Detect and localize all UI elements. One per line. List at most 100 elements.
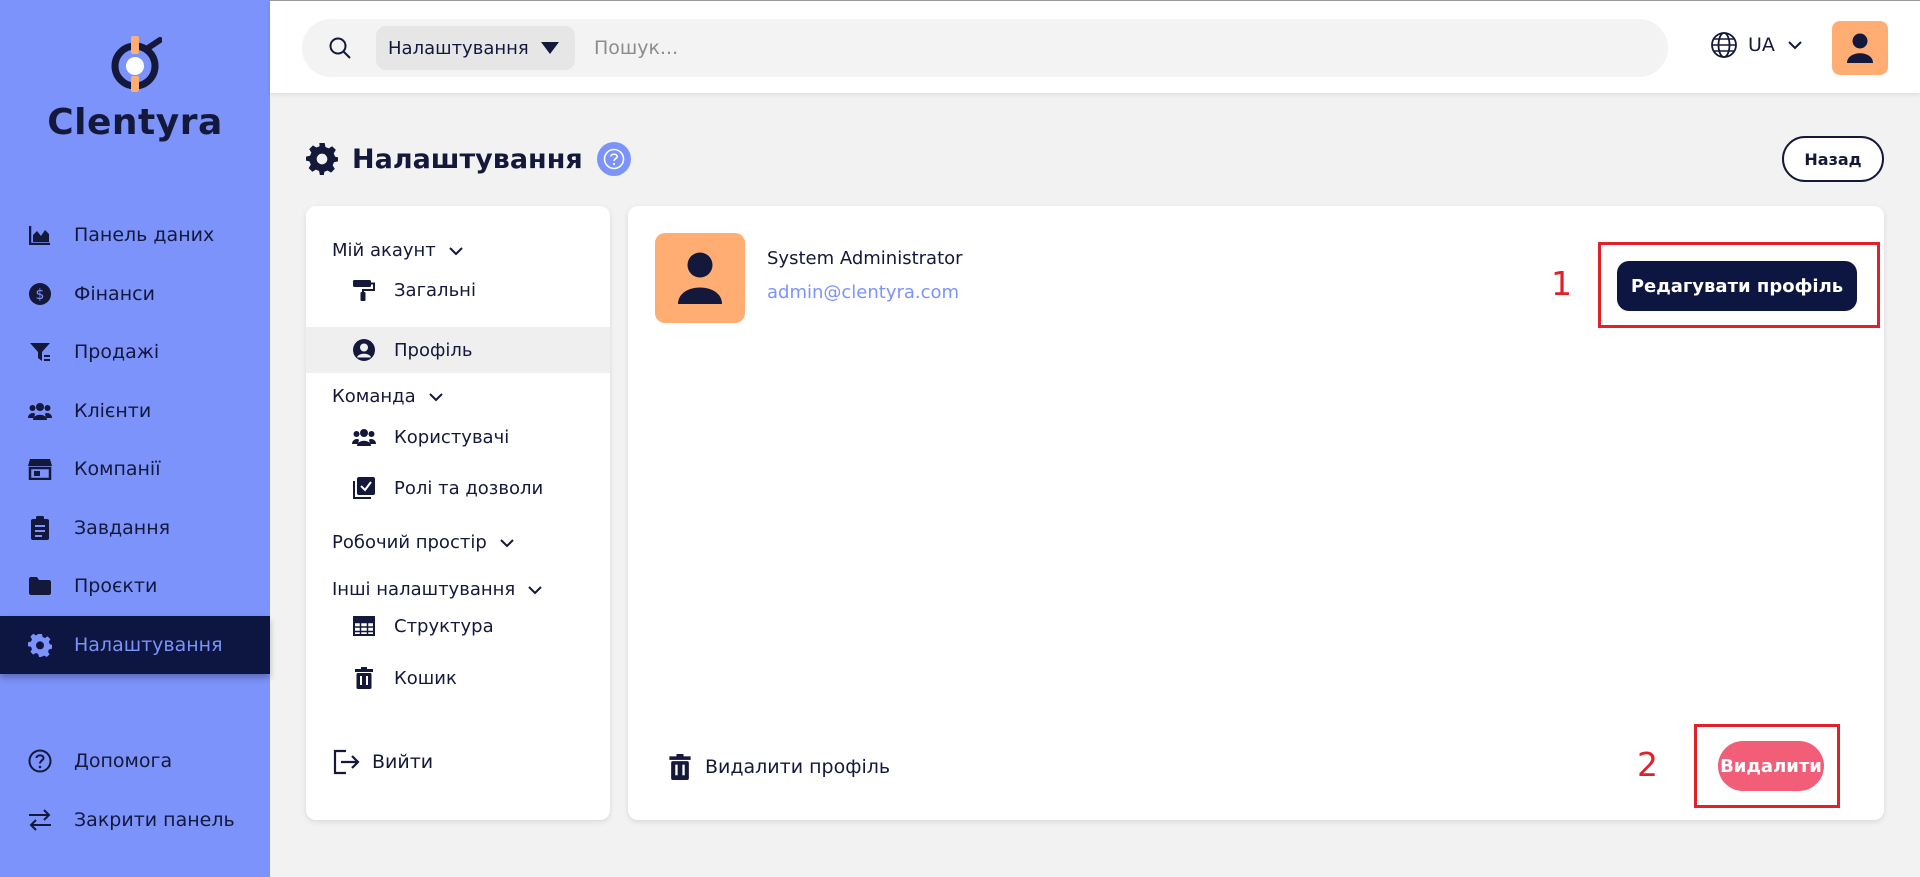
chevron-down-icon	[528, 585, 542, 594]
annotation-marker-1: 1	[1551, 264, 1572, 303]
menu-item-label: Структура	[394, 615, 494, 637]
menu-section-label: Мій акаунт	[332, 240, 436, 261]
help-icon[interactable]	[596, 142, 631, 176]
table-icon	[352, 614, 376, 638]
svg-text:$: $	[36, 287, 45, 303]
menu-section-team[interactable]: Команда	[332, 386, 444, 407]
question-circle-icon	[28, 749, 52, 773]
logout-icon	[333, 749, 360, 775]
clipboard-icon	[28, 515, 52, 540]
menu-item-label: Загальні	[394, 279, 476, 301]
menu-section-label: Робочий простір	[332, 532, 487, 553]
delete-profile-label: Видалити профіль	[669, 754, 890, 780]
arrows-swap-icon	[28, 808, 52, 832]
sidebar-item-label: Клієнти	[74, 399, 152, 422]
store-icon	[28, 457, 52, 481]
menu-item-roles[interactable]: Ролі та дозволи	[306, 465, 610, 511]
chart-area-icon	[28, 223, 52, 247]
logo-icon	[111, 36, 163, 92]
delete-profile-text: Видалити профіль	[705, 756, 891, 778]
globe-icon	[1711, 32, 1737, 58]
search-scope-dropdown[interactable]: Налаштування	[376, 26, 575, 70]
sidebar-item-label: Проєкти	[74, 575, 158, 598]
sidebar: Clentyra Панель даних $ Фінанси Продажі …	[0, 0, 270, 877]
delete-button[interactable]: Видалити	[1718, 741, 1824, 791]
logo: Clentyra	[0, 34, 270, 143]
users-icon	[352, 425, 376, 449]
page-title: Налаштування	[306, 142, 631, 176]
gear-icon	[28, 633, 52, 657]
sidebar-item-collapse[interactable]: Закрити панель	[0, 791, 270, 850]
search-icon[interactable]	[328, 36, 352, 60]
gear-icon	[306, 143, 338, 175]
sidebar-item-sales[interactable]: Продажі	[0, 323, 270, 382]
menu-item-users[interactable]: Користувачі	[306, 414, 610, 460]
topbar: Налаштування UA	[270, 0, 1920, 93]
folder-icon	[28, 574, 52, 598]
search-input[interactable]	[594, 27, 1634, 69]
search-scope-label: Налаштування	[388, 37, 529, 59]
profile-name: System Administrator	[767, 248, 963, 269]
sidebar-item-tasks[interactable]: Завдання	[0, 499, 270, 558]
profile-avatar	[655, 233, 745, 323]
back-button[interactable]: Назад	[1782, 136, 1884, 182]
chevron-down-icon	[500, 538, 514, 547]
menu-item-profile[interactable]: Профіль	[306, 327, 610, 373]
paint-roller-icon	[352, 278, 376, 302]
profile-card: System Administrator admin@clentyra.com …	[628, 206, 1884, 820]
chevron-down-icon	[1788, 41, 1802, 50]
sidebar-item-dashboard[interactable]: Панель даних	[0, 206, 270, 265]
menu-item-label: Ролі та дозволи	[394, 477, 544, 499]
chevron-down-icon	[449, 246, 463, 255]
sidebar-item-label: Фінанси	[74, 282, 155, 305]
sidebar-item-finance[interactable]: $ Фінанси	[0, 265, 270, 324]
language-label: UA	[1748, 34, 1775, 56]
search-bar: Налаштування	[302, 19, 1668, 77]
sidebar-bottom: Допомога Закрити панель	[0, 732, 270, 849]
sidebar-item-clients[interactable]: Клієнти	[0, 382, 270, 441]
users-icon	[28, 399, 52, 423]
sidebar-item-label: Панель даних	[74, 224, 215, 247]
menu-section-other[interactable]: Інші налаштування	[332, 579, 543, 600]
page-title-text: Налаштування	[352, 143, 583, 175]
menu-section-my-account[interactable]: Мій акаунт	[332, 240, 464, 261]
language-selector[interactable]: UA	[1710, 31, 1803, 59]
user-avatar-button[interactable]	[1832, 21, 1888, 75]
chevron-down-icon	[428, 392, 443, 401]
menu-item-trash[interactable]: Кошик	[306, 655, 610, 701]
caret-down-icon	[540, 42, 559, 54]
dollar-circle-icon: $	[28, 282, 52, 306]
funnel-icon	[28, 340, 52, 364]
menu-item-label: Профіль	[394, 339, 473, 361]
trash-icon	[352, 666, 376, 690]
menu-item-structure[interactable]: Структура	[306, 603, 610, 649]
sidebar-item-projects[interactable]: Проєкти	[0, 557, 270, 616]
menu-section-workspace[interactable]: Робочий простір	[332, 532, 515, 553]
sidebar-item-label: Компанії	[74, 458, 161, 481]
menu-item-label: Кошик	[394, 667, 457, 689]
sidebar-item-settings[interactable]: Налаштування	[0, 615, 270, 674]
checklist-icon	[352, 476, 376, 500]
menu-section-label: Команда	[332, 386, 416, 407]
sidebar-item-help[interactable]: Допомога	[0, 732, 270, 791]
user-icon	[678, 252, 722, 304]
sidebar-nav: Панель даних $ Фінанси Продажі Клієнти К…	[0, 206, 270, 674]
sidebar-item-label: Допомога	[74, 750, 173, 773]
menu-item-general[interactable]: Загальні	[306, 267, 610, 313]
sidebar-item-label: Завдання	[74, 516, 171, 539]
sidebar-item-companies[interactable]: Компанії	[0, 440, 270, 499]
user-icon	[1847, 33, 1873, 63]
logo-text: Clentyra	[47, 102, 223, 143]
settings-menu: Мій акаунт Загальні Профіль Команда Кори…	[306, 206, 610, 820]
sidebar-item-label: Продажі	[74, 341, 160, 364]
annotation-marker-2: 2	[1637, 745, 1658, 784]
edit-profile-button[interactable]: Редагувати профіль	[1617, 261, 1857, 311]
sidebar-item-label: Закрити панель	[74, 808, 235, 831]
logout-label: Вийти	[372, 751, 434, 773]
logout-button[interactable]: Вийти	[332, 748, 433, 776]
profile-email[interactable]: admin@clentyra.com	[767, 282, 959, 303]
user-circle-icon	[352, 338, 376, 362]
sidebar-item-label: Налаштування	[74, 633, 223, 656]
trash-icon	[669, 754, 691, 780]
menu-item-label: Користувачі	[394, 426, 510, 448]
